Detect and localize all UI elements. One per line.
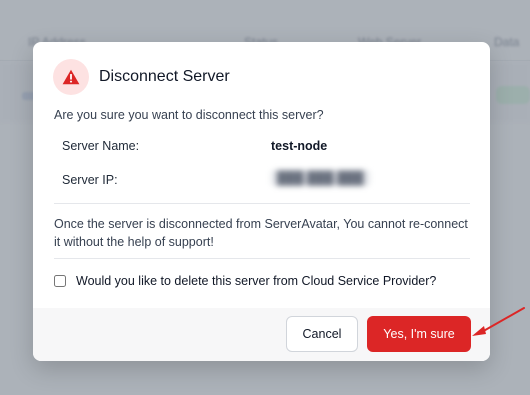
annotation-arrow-icon: [472, 307, 525, 336]
warning-triangle-icon: [62, 69, 80, 85]
dialog-title: Disconnect Server: [99, 68, 230, 85]
delete-from-provider-label[interactable]: Would you like to delete this server fro…: [76, 274, 436, 288]
dialog-divider: [54, 203, 470, 204]
delete-from-provider-option[interactable]: Would you like to delete this server fro…: [54, 274, 436, 288]
server-ip-label: Server IP:: [62, 173, 118, 187]
server-name-label: Server Name:: [62, 139, 140, 153]
cancel-button[interactable]: Cancel: [286, 316, 358, 352]
dialog-question: Are you sure you want to disconnect this…: [54, 108, 324, 122]
page: IP Address Status Web Server Data Discon…: [0, 0, 530, 395]
server-name-value: test-node: [271, 139, 328, 153]
server-ip-value: ███.███.███: [271, 170, 370, 186]
dialog-divider-lower: [54, 258, 470, 259]
delete-from-provider-checkbox[interactable]: [54, 275, 66, 287]
disconnect-warning-note: Once the server is disconnected from Ser…: [54, 217, 468, 249]
warning-icon-badge: [53, 59, 89, 95]
server-ip-redacted: ███.███.███: [271, 170, 370, 186]
confirm-disconnect-button[interactable]: Yes, I'm sure: [367, 316, 471, 352]
disconnect-server-dialog: Disconnect Server Are you sure you want …: [33, 42, 490, 361]
dialog-header: Disconnect Server: [53, 59, 230, 95]
